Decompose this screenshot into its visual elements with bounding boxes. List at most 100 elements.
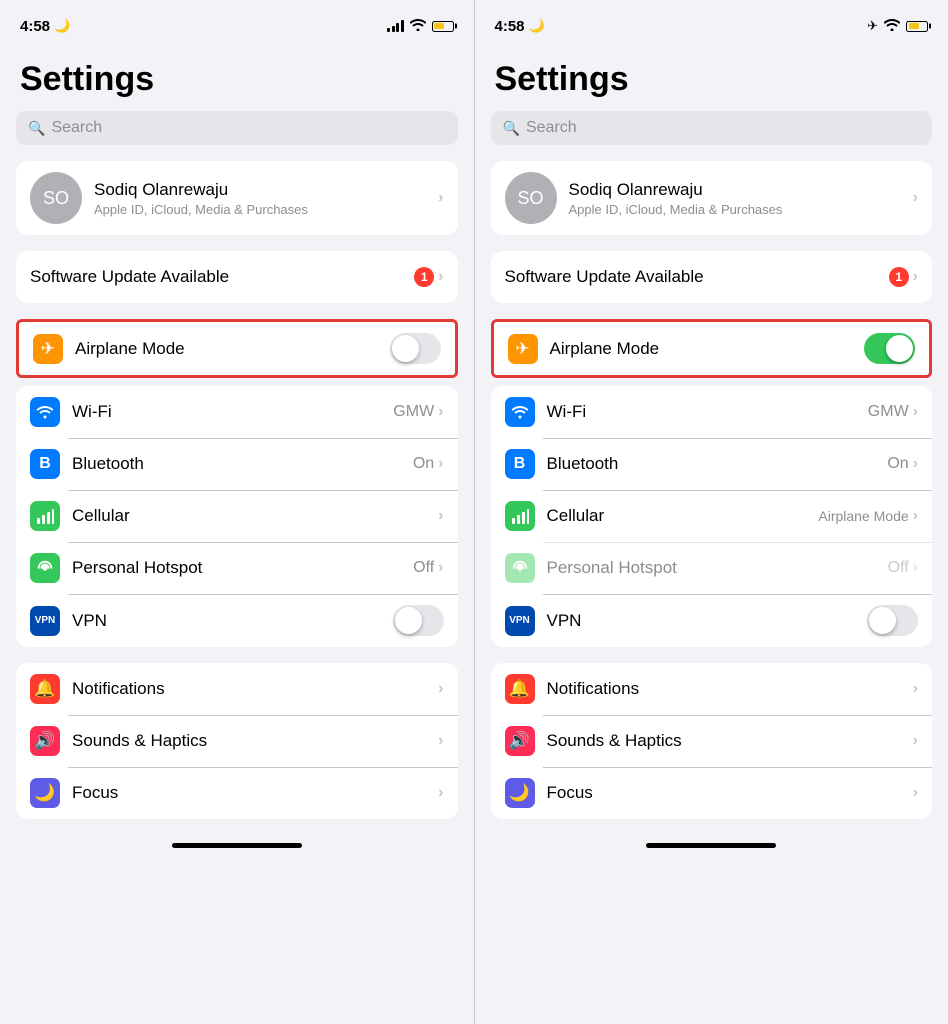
cellular-row-right[interactable]: Cellular Airplane Mode › — [491, 490, 933, 542]
bluetooth-label-left: Bluetooth — [72, 454, 144, 474]
cellular-label-right: Cellular — [547, 506, 605, 526]
bluetooth-icon-right: B — [505, 449, 535, 479]
wifi-value-left: GMW — [393, 403, 434, 421]
status-icons-left — [387, 19, 454, 34]
wifi-row-left[interactable]: Wi-Fi GMW › — [16, 386, 458, 438]
airplane-row-right[interactable]: ✈ Airplane Mode — [494, 322, 930, 375]
profile-row-right[interactable]: SO Sodiq Olanrewaju Apple ID, iCloud, Me… — [491, 161, 933, 235]
cellular-row-left[interactable]: Cellular › — [16, 490, 458, 542]
hotspot-icon-left — [30, 553, 60, 583]
vpn-row-left[interactable]: VPN VPN — [16, 594, 458, 647]
vpn-label-right: VPN — [547, 611, 582, 631]
vpn-toggle-right[interactable] — [867, 605, 918, 636]
profile-name-right: Sodiq Olanrewaju — [569, 180, 913, 200]
chevron-hotspot-left: › — [438, 559, 443, 577]
update-group-left: Software Update Available 1 › — [16, 251, 458, 303]
update-group-right: Software Update Available 1 › — [491, 251, 933, 303]
hotspot-icon-right — [505, 553, 535, 583]
status-bar-right: 4:58 🌙 ✈ — [475, 0, 948, 44]
update-row-right[interactable]: Software Update Available 1 › — [491, 251, 933, 303]
focus-row-left[interactable]: 🌙 Focus › — [16, 767, 458, 819]
profile-subtitle-right: Apple ID, iCloud, Media & Purchases — [569, 202, 913, 217]
chevron-update-right: › — [913, 268, 918, 286]
cellular-icon-right — [505, 501, 535, 531]
vpn-icon-left: VPN — [30, 606, 60, 636]
bluetooth-label-right: Bluetooth — [547, 454, 619, 474]
bluetooth-row-right[interactable]: B Bluetooth On › — [491, 438, 933, 490]
notifications-row-right[interactable]: 🔔 Notifications › — [491, 663, 933, 715]
bluetooth-row-left[interactable]: B Bluetooth On › — [16, 438, 458, 490]
focus-label-right: Focus — [547, 783, 593, 803]
time-left: 4:58 🌙 — [20, 18, 70, 35]
notifications-icon-left: 🔔 — [30, 674, 60, 704]
airplane-toggle-right[interactable] — [864, 333, 915, 364]
focus-icon-left: 🌙 — [30, 778, 60, 808]
network-group-left: Wi-Fi GMW › B Bluetooth On › — [16, 386, 458, 647]
vpn-row-right[interactable]: VPN VPN — [491, 594, 933, 647]
airplane-label-right: Airplane Mode — [550, 339, 660, 359]
network-group-right: Wi-Fi GMW › B Bluetooth On › — [491, 386, 933, 647]
search-bar-left[interactable]: 🔍 Search — [16, 111, 458, 145]
wifi-icon-right — [505, 397, 535, 427]
airplane-row-left[interactable]: ✈ Airplane Mode — [19, 322, 455, 375]
focus-row-right[interactable]: 🌙 Focus › — [491, 767, 933, 819]
hotspot-label-left: Personal Hotspot — [72, 558, 202, 578]
left-panel: 4:58 🌙 Settings 🔍 Search — [0, 0, 474, 1024]
notifications-label-left: Notifications — [72, 679, 165, 699]
wifi-status-icon-right — [884, 19, 900, 34]
settings-title-left: Settings — [0, 52, 474, 111]
update-label-left: Software Update Available — [30, 267, 229, 287]
other-group-left: 🔔 Notifications › 🔊 Sounds & Haptics › 🌙… — [16, 663, 458, 819]
cellular-value-right: Airplane Mode — [818, 508, 908, 524]
notifications-row-left[interactable]: 🔔 Notifications › — [16, 663, 458, 715]
settings-title-right: Settings — [475, 52, 948, 111]
moon-icon-right: 🌙 — [529, 18, 545, 34]
signal-icon-left — [387, 20, 404, 32]
battery-icon-right — [906, 21, 928, 32]
chevron-notif-left: › — [438, 680, 443, 698]
home-indicator-left — [0, 835, 474, 860]
hotspot-row-right[interactable]: Personal Hotspot Off › — [491, 542, 933, 594]
search-placeholder-left: Search — [51, 119, 102, 137]
profile-group-right: SO Sodiq Olanrewaju Apple ID, iCloud, Me… — [491, 161, 933, 235]
chevron-wifi-right: › — [913, 403, 918, 421]
airplane-toggle-left[interactable] — [390, 333, 441, 364]
chevron-profile-left: › — [438, 189, 443, 207]
search-glass-icon-right: 🔍 — [503, 120, 520, 137]
cellular-label-left: Cellular — [72, 506, 130, 526]
update-row-left[interactable]: Software Update Available 1 › — [16, 251, 458, 303]
wifi-row-right[interactable]: Wi-Fi GMW › — [491, 386, 933, 438]
profile-subtitle-left: Apple ID, iCloud, Media & Purchases — [94, 202, 438, 217]
sounds-icon-left: 🔊 — [30, 726, 60, 756]
chevron-hotspot-right: › — [913, 559, 918, 577]
bluetooth-icon-left: B — [30, 449, 60, 479]
other-group-right: 🔔 Notifications › 🔊 Sounds & Haptics › 🌙… — [491, 663, 933, 819]
profile-name-left: Sodiq Olanrewaju — [94, 180, 438, 200]
chevron-profile-right: › — [913, 189, 918, 207]
airplane-icon-right: ✈ — [508, 334, 538, 364]
sounds-row-right[interactable]: 🔊 Sounds & Haptics › — [491, 715, 933, 767]
hotspot-row-left[interactable]: Personal Hotspot Off › — [16, 542, 458, 594]
avatar-left: SO — [30, 172, 82, 224]
sounds-row-left[interactable]: 🔊 Sounds & Haptics › — [16, 715, 458, 767]
moon-icon-left: 🌙 — [54, 18, 70, 34]
focus-label-left: Focus — [72, 783, 118, 803]
wifi-value-right: GMW — [868, 403, 909, 421]
vpn-toggle-left[interactable] — [393, 605, 444, 636]
airplane-highlight-right: ✈ Airplane Mode — [491, 319, 933, 378]
wifi-label-left: Wi-Fi — [72, 402, 112, 422]
wifi-icon-left — [30, 397, 60, 427]
sounds-icon-right: 🔊 — [505, 726, 535, 756]
battery-icon-left — [432, 21, 454, 32]
bluetooth-value-right: On — [887, 455, 908, 473]
chevron-sounds-right: › — [913, 732, 918, 750]
profile-row-left[interactable]: SO Sodiq Olanrewaju Apple ID, iCloud, Me… — [16, 161, 458, 235]
home-indicator-right — [475, 835, 948, 860]
chevron-bt-right: › — [913, 455, 918, 473]
avatar-right: SO — [505, 172, 557, 224]
search-bar-right[interactable]: 🔍 Search — [491, 111, 933, 145]
notifications-icon-right: 🔔 — [505, 674, 535, 704]
chevron-focus-left: › — [438, 784, 443, 802]
wifi-status-icon-left — [410, 19, 426, 34]
chevron-cellular-left: › — [438, 507, 443, 525]
